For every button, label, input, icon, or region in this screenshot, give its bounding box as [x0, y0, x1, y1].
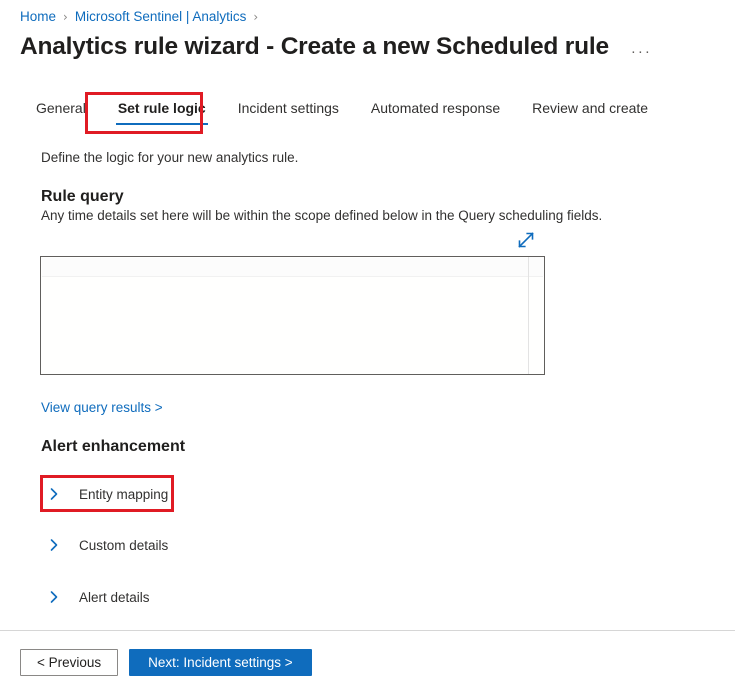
- accordion-label: Alert details: [79, 589, 150, 605]
- chevron-right-icon: [46, 486, 62, 502]
- rule-query-heading: Rule query: [41, 188, 124, 205]
- page-title-row: Analytics rule wizard - Create a new Sch…: [20, 33, 652, 61]
- tab-underline: [115, 122, 208, 125]
- tab-review-and-create[interactable]: Review and create: [516, 96, 664, 126]
- tab-automated-response[interactable]: Automated response: [355, 96, 516, 126]
- accordion-label: Entity mapping: [79, 486, 169, 502]
- breadcrumb-separator-icon: ›: [63, 9, 68, 24]
- accordion-label: Custom details: [79, 537, 169, 553]
- accordion-alert-details[interactable]: Alert details: [41, 584, 150, 610]
- tab-label: Automated response: [370, 100, 501, 116]
- breadcrumb-item-sentinel-analytics[interactable]: Microsoft Sentinel | Analytics: [75, 9, 247, 24]
- intro-text: Define the logic for your new analytics …: [41, 150, 299, 165]
- query-editor-scrollbar-top: [529, 257, 544, 276]
- next-incident-settings-button[interactable]: Next: Incident settings >: [129, 649, 312, 676]
- more-options-icon[interactable]: ···: [631, 44, 652, 59]
- chevron-right-icon: [46, 537, 62, 553]
- accordion-custom-details[interactable]: Custom details: [41, 532, 168, 558]
- query-editor-scrollbar[interactable]: [528, 257, 544, 374]
- page-title: Analytics rule wizard - Create a new Sch…: [20, 33, 609, 60]
- rule-query-subtext: Any time details set here will be within…: [41, 208, 603, 223]
- alert-enhancement-heading: Alert enhancement: [41, 438, 186, 455]
- wizard-footer: < Previous Next: Incident settings >: [20, 649, 312, 676]
- tab-set-rule-logic[interactable]: Set rule logic: [102, 96, 222, 126]
- breadcrumb: Home › Microsoft Sentinel | Analytics ›: [20, 9, 265, 24]
- tab-general[interactable]: General: [20, 96, 102, 126]
- tab-label: Incident settings: [237, 100, 339, 116]
- view-query-results-link[interactable]: View query results >: [41, 400, 163, 415]
- tab-label: Review and create: [532, 100, 649, 116]
- breadcrumb-separator-icon: ›: [253, 9, 259, 24]
- footer-divider: [0, 630, 735, 631]
- tab-label: General: [36, 100, 86, 116]
- breadcrumb-item-home[interactable]: Home: [20, 9, 56, 24]
- chevron-right-icon: [46, 589, 62, 605]
- query-editor-first-line: [42, 258, 543, 277]
- previous-button[interactable]: < Previous: [20, 649, 119, 676]
- accordion-entity-mapping[interactable]: Entity mapping: [41, 481, 168, 507]
- tab-incident-settings[interactable]: Incident settings: [222, 96, 355, 126]
- tab-label: Set rule logic: [117, 100, 206, 116]
- wizard-tabs: General Set rule logic Incident settings…: [20, 96, 664, 132]
- expand-diagonal-icon[interactable]: [515, 229, 537, 251]
- rule-query-editor[interactable]: [40, 256, 545, 375]
